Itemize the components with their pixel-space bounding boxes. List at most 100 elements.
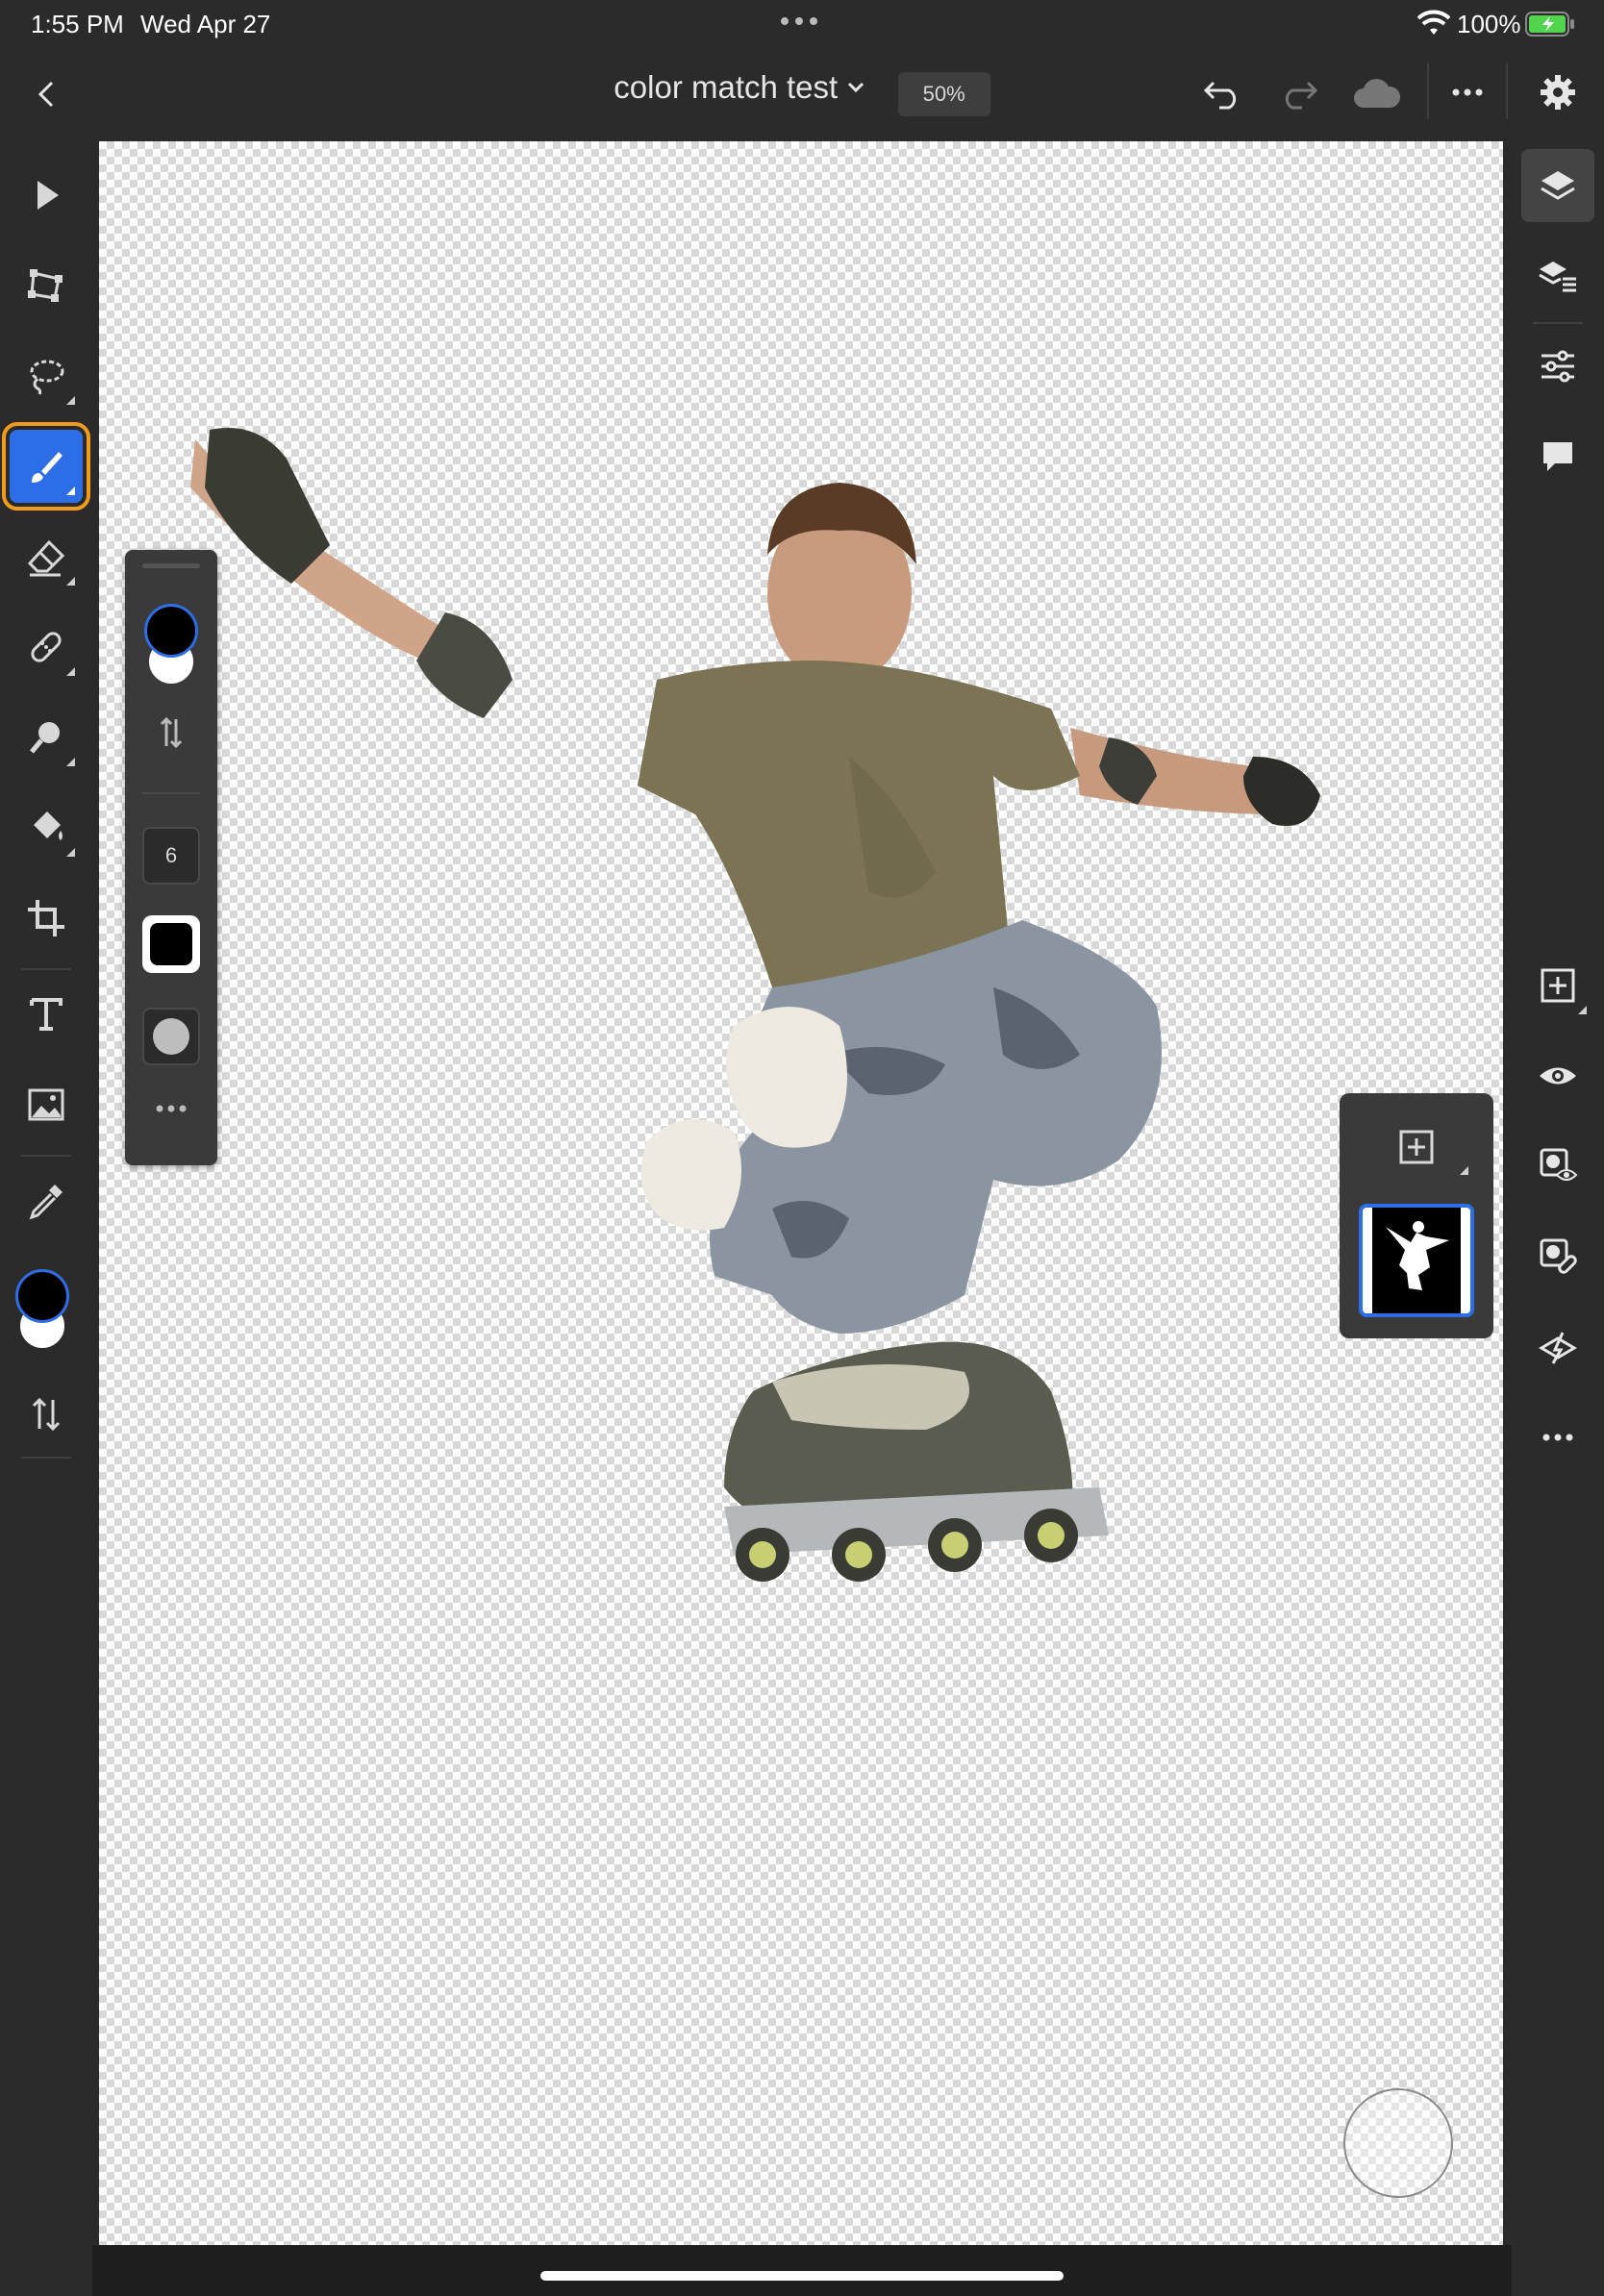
document-canvas[interactable] xyxy=(99,141,1503,2245)
submenu-indicator xyxy=(66,667,75,676)
swap-arrows-icon xyxy=(160,716,183,749)
submenu-indicator xyxy=(66,577,75,586)
battery-percent: 100% xyxy=(1457,10,1521,38)
wifi-icon xyxy=(1416,10,1451,41)
brush-tool[interactable] xyxy=(2,422,90,511)
panel-separator xyxy=(142,792,200,794)
comments-button[interactable] xyxy=(1521,420,1594,493)
layer-mask-button[interactable] xyxy=(1521,1130,1594,1203)
document-title-button[interactable]: color match test xyxy=(614,69,865,106)
add-square-icon xyxy=(1541,968,1575,1003)
brush-foreground-color[interactable] xyxy=(144,604,198,658)
redo-icon xyxy=(1285,81,1318,110)
place-image-tool[interactable] xyxy=(10,1068,83,1141)
submenu-indicator xyxy=(66,396,75,405)
clipping-mask-button[interactable] xyxy=(1521,1310,1594,1384)
skater-silhouette-icon xyxy=(1386,1221,1449,1290)
crop-tool[interactable] xyxy=(10,882,83,955)
crop-icon xyxy=(28,900,64,936)
layers-button[interactable] xyxy=(1521,149,1594,222)
chevron-left-icon xyxy=(38,81,54,108)
left-toolbar xyxy=(0,139,92,2296)
touch-modifier-button[interactable] xyxy=(1343,2088,1453,2198)
submenu-indicator xyxy=(66,487,75,495)
skater-cutout-image xyxy=(190,428,1320,1582)
healing-tool[interactable] xyxy=(10,611,83,684)
top-bar-divider-2 xyxy=(1506,63,1508,119)
more-options-button[interactable] xyxy=(1446,71,1489,113)
paint-bucket-tool[interactable] xyxy=(10,791,83,864)
transform-icon xyxy=(28,269,63,302)
back-button[interactable] xyxy=(25,73,67,115)
brush-size-field[interactable]: 6 xyxy=(142,827,200,885)
battery-charging-icon xyxy=(1525,12,1575,41)
layers-mini-panel xyxy=(1340,1093,1493,1338)
select-tool[interactable] xyxy=(10,159,83,232)
swap-colors-button[interactable] xyxy=(10,1378,83,1451)
status-date: Wed Apr 27 xyxy=(140,10,271,38)
layers-icon xyxy=(1541,171,1575,200)
clip-layer-icon xyxy=(1539,1332,1577,1364)
brush-icon xyxy=(32,452,63,483)
undo-button[interactable] xyxy=(1198,69,1246,117)
brush-options-panel: 6 xyxy=(125,550,217,1165)
eye-icon xyxy=(1540,1067,1576,1085)
arrow-pointer-icon xyxy=(38,181,59,210)
toolbar-separator xyxy=(21,1155,71,1157)
layer-mask-preview xyxy=(1372,1208,1461,1313)
top-bar-divider xyxy=(1427,63,1429,119)
lasso-tool[interactable] xyxy=(10,339,83,412)
eraser-tool[interactable] xyxy=(10,520,83,593)
paint-bucket-icon xyxy=(34,811,63,840)
layer-more-options-button[interactable] xyxy=(1521,1401,1594,1474)
adjustments-button[interactable] xyxy=(1521,330,1594,403)
sliders-icon xyxy=(1541,350,1574,383)
more-horizontal-icon xyxy=(156,1105,187,1112)
mask-eye-icon xyxy=(1540,1148,1578,1181)
image-icon xyxy=(28,1088,64,1121)
brush-more-options-button[interactable] xyxy=(148,1094,194,1123)
document-title: color match test xyxy=(614,69,839,105)
panel-grip-handle[interactable] xyxy=(142,563,200,568)
undo-icon xyxy=(1203,81,1237,110)
foreground-color-swatch[interactable] xyxy=(15,1269,69,1323)
magnifier-brush-icon xyxy=(30,722,60,754)
transform-tool[interactable] xyxy=(10,249,83,322)
smudge-tool[interactable] xyxy=(10,701,83,774)
cloud-sync-button[interactable] xyxy=(1350,69,1404,117)
cloud-icon xyxy=(1354,79,1401,108)
soft-brush-swatch xyxy=(153,1018,189,1055)
submenu-indicator xyxy=(66,758,75,766)
layer-visibility-button[interactable] xyxy=(1521,1039,1594,1112)
comment-icon xyxy=(1543,442,1572,471)
submenu-indicator xyxy=(1578,1006,1587,1014)
bandage-icon xyxy=(31,632,62,662)
type-tool[interactable] xyxy=(10,978,83,1051)
status-time: 1:55 PM xyxy=(31,10,124,38)
add-layer-side-button[interactable] xyxy=(1521,949,1594,1022)
submenu-indicator xyxy=(1460,1166,1468,1175)
multitasking-dots-icon[interactable] xyxy=(781,17,817,25)
more-horizontal-icon xyxy=(1542,1434,1573,1441)
chevron-down-icon xyxy=(848,82,865,93)
layer-properties-button[interactable] xyxy=(1521,239,1594,312)
home-indicator[interactable] xyxy=(540,2271,1064,2281)
more-horizontal-icon xyxy=(1452,88,1483,96)
toolbar-separator xyxy=(21,968,71,970)
brush-swap-colors-button[interactable] xyxy=(148,710,194,756)
mask-link-icon xyxy=(1540,1238,1577,1274)
brush-hardness-button[interactable] xyxy=(142,915,200,973)
toolbar-separator xyxy=(21,1457,71,1459)
eraser-icon xyxy=(27,539,65,577)
redo-button[interactable] xyxy=(1275,69,1323,117)
add-layer-button[interactable] xyxy=(1388,1118,1445,1176)
submenu-indicator xyxy=(66,848,75,857)
add-square-icon xyxy=(1399,1130,1434,1164)
layer-thumbnail[interactable] xyxy=(1359,1204,1474,1317)
brush-softness-button[interactable] xyxy=(142,1008,200,1065)
link-mask-button[interactable] xyxy=(1521,1220,1594,1293)
settings-button[interactable] xyxy=(1535,69,1581,115)
eyedropper-tool[interactable] xyxy=(10,1164,83,1237)
toolbar-separator xyxy=(1533,322,1583,324)
hard-brush-swatch xyxy=(150,923,192,965)
